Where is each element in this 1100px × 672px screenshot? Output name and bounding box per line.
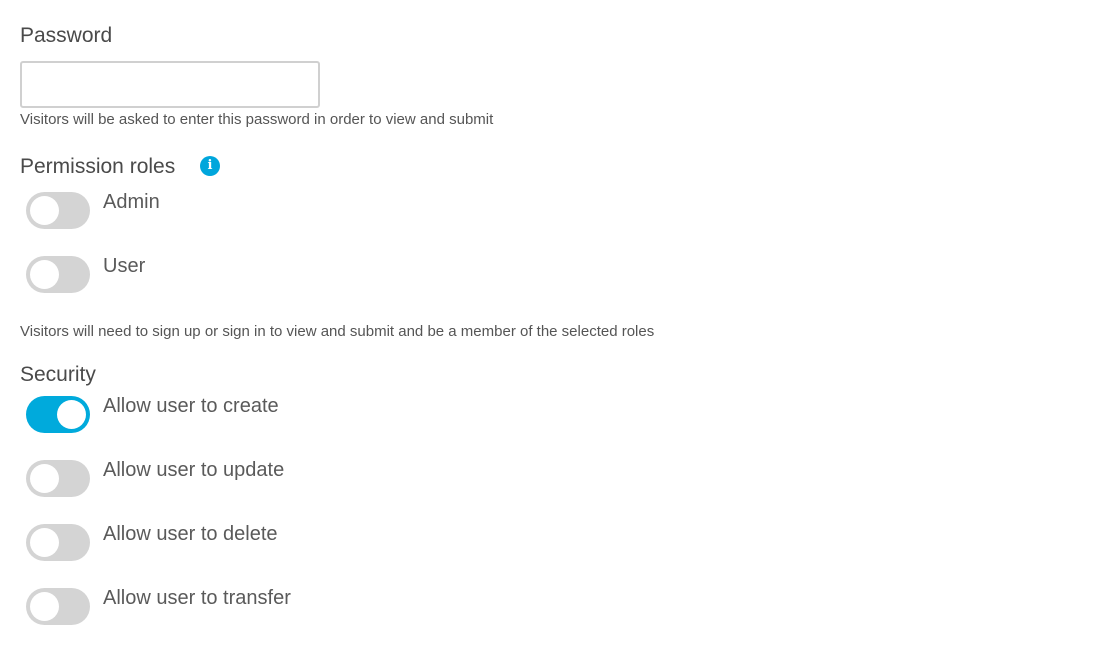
password-help-text: Visitors will be asked to enter this pas… — [20, 111, 494, 128]
password-label: Password — [20, 24, 113, 47]
user-role-label: User — [103, 254, 146, 277]
security-row-delete: Allow user to delete — [26, 523, 278, 561]
role-row-admin: Admin — [26, 191, 160, 229]
allow-delete-toggle[interactable] — [26, 523, 90, 561]
toggle-knob — [30, 259, 59, 289]
allow-update-label: Allow user to update — [103, 458, 285, 481]
security-label: Security — [20, 363, 96, 386]
allow-transfer-toggle[interactable] — [26, 587, 90, 625]
toggle-knob — [30, 591, 59, 621]
security-row-update: Allow user to update — [26, 459, 284, 497]
password-input[interactable] — [20, 61, 320, 108]
allow-create-label: Allow user to create — [103, 394, 279, 417]
allow-delete-label: Allow user to delete — [103, 522, 278, 545]
info-icon[interactable]: i — [200, 156, 220, 176]
security-row-create: Allow user to create — [26, 395, 279, 433]
permission-roles-help-text: Visitors will need to sign up or sign in… — [20, 323, 655, 340]
toggle-knob — [57, 399, 86, 429]
form-settings-panel: Password Visitors will be asked to enter… — [0, 0, 1100, 672]
security-row-transfer: Allow user to transfer — [26, 587, 291, 625]
allow-transfer-label: Allow user to transfer — [103, 586, 291, 609]
role-row-user: User — [26, 255, 145, 293]
user-role-toggle[interactable] — [26, 255, 90, 293]
admin-role-toggle[interactable] — [26, 191, 90, 229]
toggle-knob — [30, 463, 59, 493]
allow-create-toggle[interactable] — [26, 395, 90, 433]
permission-roles-label: Permission roles — [20, 155, 176, 178]
toggle-knob — [30, 527, 59, 557]
toggle-knob — [30, 195, 59, 225]
admin-role-label: Admin — [103, 190, 160, 213]
allow-update-toggle[interactable] — [26, 459, 90, 497]
